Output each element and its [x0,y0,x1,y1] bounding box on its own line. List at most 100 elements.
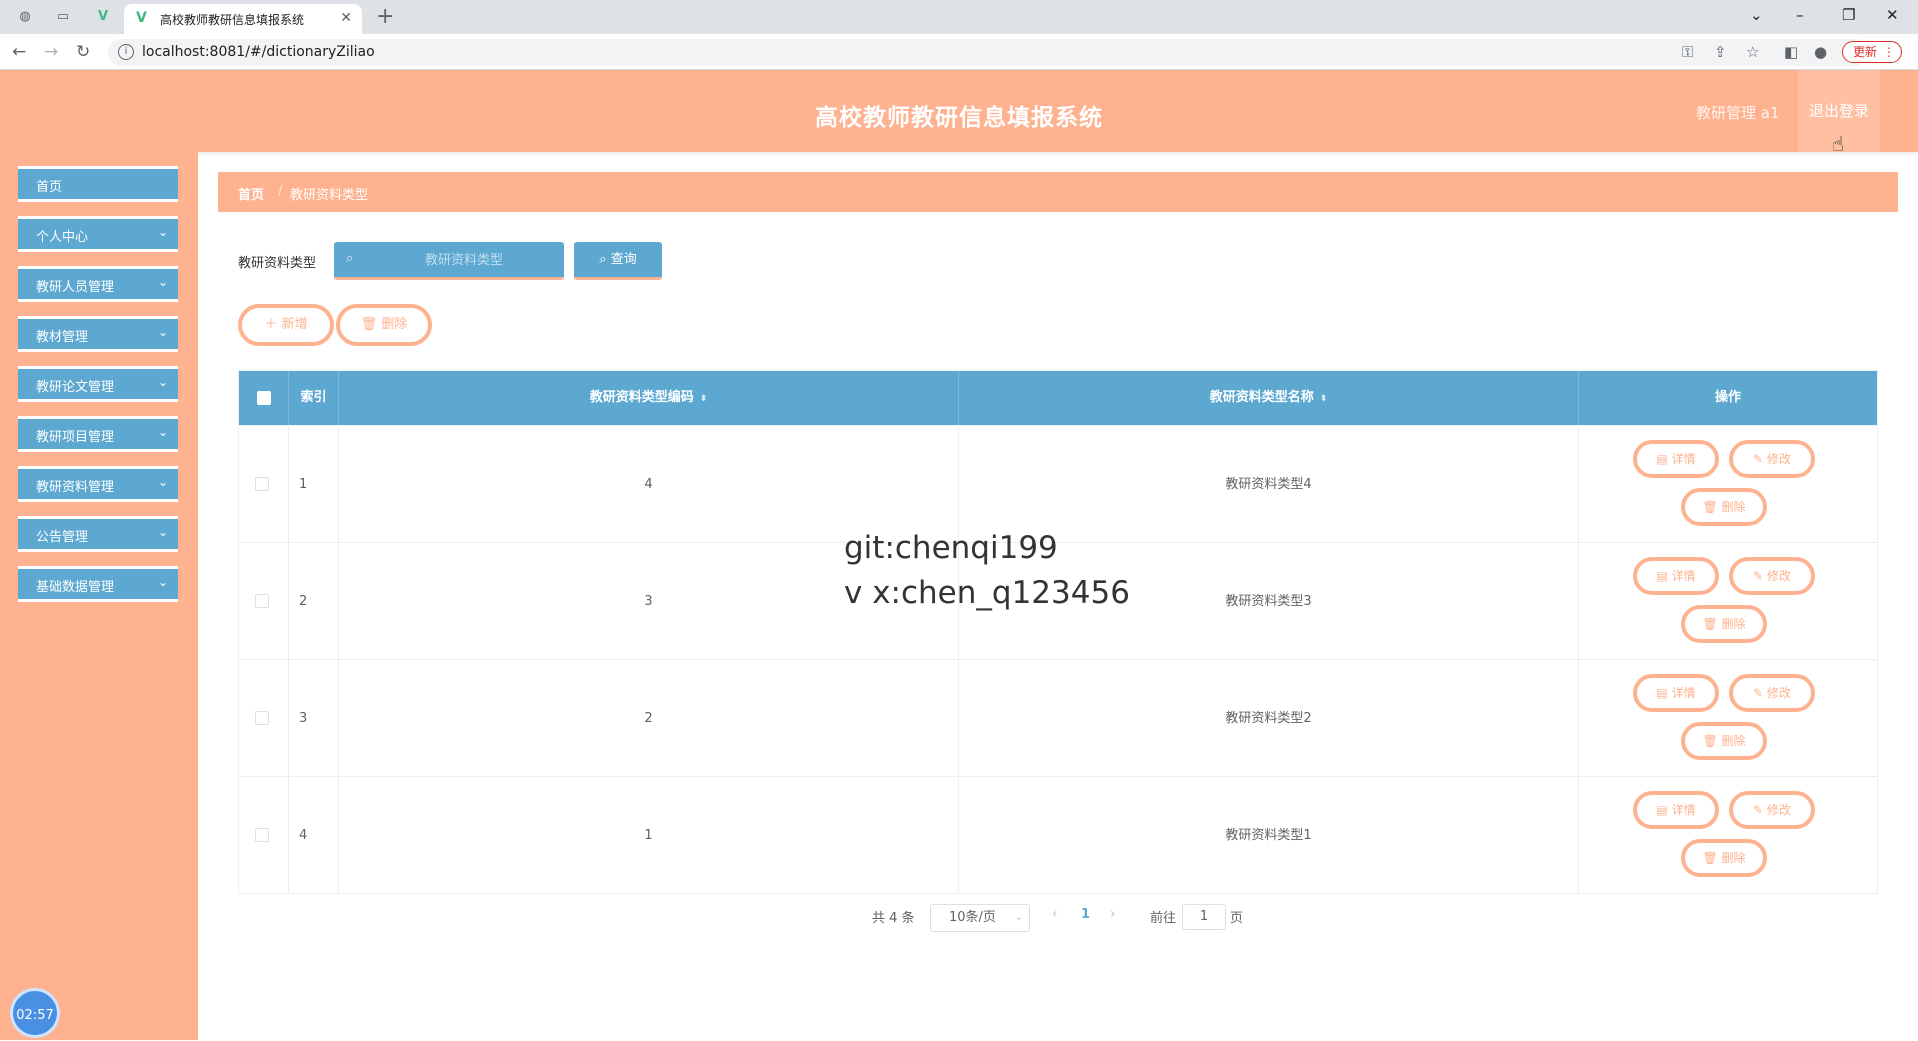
next-page-icon[interactable]: › [1110,906,1116,922]
cell-name: 教研资料类型4 [959,426,1579,543]
cell-name: 教研资料类型1 [959,777,1579,894]
chevron-down-icon: ⌄ [157,325,168,339]
chevron-down-icon: ⌄ [157,475,168,489]
share-icon[interactable]: ⇪ [1714,43,1727,61]
active-browser-tab[interactable]: V 高校教师教研信息填报系统 ✕ [124,4,362,34]
back-icon[interactable]: ← [12,42,26,62]
sidebar-item-material-management[interactable]: 教研资料管理 ⌄ [18,466,178,502]
watermark-line-2: v x:chen_q123456 [844,575,1130,611]
search-field[interactable]: ⌕ [334,242,564,280]
cell-actions: ▤ 详情 ✎ 修改 🗑 删除 [1579,777,1877,894]
column-header-name[interactable]: 教研资料类型名称 ⬍ [959,371,1579,425]
sidebar-item-staff-management[interactable]: 教研人员管理 ⌄ [18,266,178,302]
current-user: 教研管理 a1 [1696,104,1780,122]
chevron-down-icon: ⌄ [1014,912,1023,923]
restore-icon[interactable]: ❐ [1842,6,1855,24]
blank-tab-icon[interactable]: ▭ [54,8,72,26]
detail-button[interactable]: ▤ 详情 [1633,557,1719,595]
search-input[interactable] [374,248,554,272]
edit-button[interactable]: ✎ 修改 [1729,674,1815,712]
url-field[interactable]: i localhost:8081/#/dictionaryZiliao [108,39,1868,66]
row-checkbox[interactable] [255,594,269,608]
delete-label: 删除 [1721,617,1746,631]
forward-icon[interactable]: → [44,42,58,62]
edit-button[interactable]: ✎ 修改 [1729,557,1815,595]
browser-address-bar: ← → ↻ i localhost:8081/#/dictionaryZilia… [0,34,1918,70]
sort-icon[interactable]: ⬍ [1320,394,1328,404]
detail-label: 详情 [1671,803,1696,817]
sidebar-item-personal-center[interactable]: 个人中心 ⌄ [18,216,178,252]
row-checkbox[interactable] [255,828,269,842]
browser-update-button[interactable]: 更新 ⋮ [1842,41,1902,63]
app-header: 高校教师教研信息填报系统 教研管理 a1 退出登录 [0,70,1918,152]
sidebar-item-paper-management[interactable]: 教研论文管理 ⌄ [18,366,178,402]
minimize-icon[interactable]: – [1796,6,1804,24]
row-checkbox[interactable] [255,711,269,725]
cell-index: 3 [289,660,339,777]
document-icon: ▤ [1656,452,1672,466]
sidebar-item-basic-data-management[interactable]: 基础数据管理 ⌄ [18,566,178,602]
vue-tab-icon[interactable]: V [94,8,112,26]
sidebar-item-project-management[interactable]: 教研项目管理 ⌄ [18,416,178,452]
sidebar-item-textbook-management[interactable]: 教材管理 ⌄ [18,316,178,352]
select-all-checkbox[interactable] [257,391,271,405]
page-number-current[interactable]: 1 [1081,907,1090,922]
vue-favicon-icon: V [136,10,147,26]
chevron-down-icon: ⌄ [157,525,168,539]
goto-page-input[interactable]: 1 [1182,904,1226,930]
side-panel-icon[interactable]: ◧ [1784,43,1798,61]
delete-button[interactable]: 🗑 删除 [1681,488,1767,526]
detail-button[interactable]: ▤ 详情 [1633,440,1719,478]
column-header-code[interactable]: 教研资料类型编码 ⬍ [339,371,959,425]
page-size-select[interactable]: 10条/页 ⌄ [930,904,1030,932]
pencil-icon: ✎ [1753,452,1767,466]
row-checkbox[interactable] [255,477,269,491]
site-info-icon[interactable]: i [118,44,134,60]
chevron-down-icon: ⌄ [157,425,168,439]
delete-button[interactable]: 🗑 删除 [1681,839,1767,877]
delete-button[interactable]: 🗑 删除 [1681,722,1767,760]
detail-button[interactable]: ▤ 详情 [1633,791,1719,829]
row-select-cell [239,543,289,660]
reload-icon[interactable]: ↻ [76,42,90,62]
close-window-icon[interactable]: ✕ [1886,6,1899,24]
more-menu-icon: ⋮ [1883,45,1895,59]
sort-icon[interactable]: ⬍ [700,394,708,404]
bookmark-star-icon[interactable]: ☆ [1746,43,1759,61]
breadcrumb-home[interactable]: 首页 [238,184,264,203]
batch-delete-button[interactable]: 🗑 删除 [336,304,432,346]
detail-button[interactable]: ▤ 详情 [1633,674,1719,712]
cell-code: 2 [339,660,959,777]
goto-unit: 页 [1230,911,1244,926]
edit-button[interactable]: ✎ 修改 [1729,440,1815,478]
query-button[interactable]: ⌕ 查询 [574,242,662,280]
clock-badge[interactable]: 02:57 [10,988,60,1038]
close-tab-icon[interactable]: ✕ [340,10,352,26]
pencil-icon: ✎ [1753,803,1767,817]
pagination-total: 共 4 条 [872,911,915,926]
browser-tab-bar: ◍ ▭ V V 高校教师教研信息填报系统 ✕ + ⌄ – ❐ ✕ [0,0,1918,34]
profile-icon[interactable]: ● [1814,43,1827,61]
add-button[interactable]: ＋ 新增 [238,304,334,346]
sidebar-item-notice-management[interactable]: 公告管理 ⌄ [18,516,178,552]
delete-button[interactable]: 🗑 删除 [1681,605,1767,643]
detail-label: 详情 [1671,452,1696,466]
cell-code: 1 [339,777,959,894]
cell-index: 4 [289,777,339,894]
cell-index: 1 [289,426,339,543]
breadcrumb-separator: / [278,184,283,199]
trash-icon: 🗑 [1702,617,1722,631]
edit-button[interactable]: ✎ 修改 [1729,791,1815,829]
delete-label: 删除 [1721,734,1746,748]
key-icon[interactable]: ⚿ [1682,43,1693,61]
new-tab-icon[interactable]: + [376,4,394,29]
pencil-icon: ✎ [1753,686,1767,700]
sidebar-item-home[interactable]: 首页 [18,166,178,202]
tab-title: 高校教师教研信息填报系统 [160,13,305,27]
prev-page-icon[interactable]: ‹ [1052,906,1058,922]
watermark-line-1: git:chenqi199 [844,530,1058,566]
globe-icon[interactable]: ◍ [16,8,34,26]
table-row: 1 4 教研资料类型4 ▤ 详情 ✎ 修改 🗑 删除 [239,425,1877,543]
tab-search-icon[interactable]: ⌄ [1750,6,1763,24]
document-icon: ▤ [1656,686,1672,700]
